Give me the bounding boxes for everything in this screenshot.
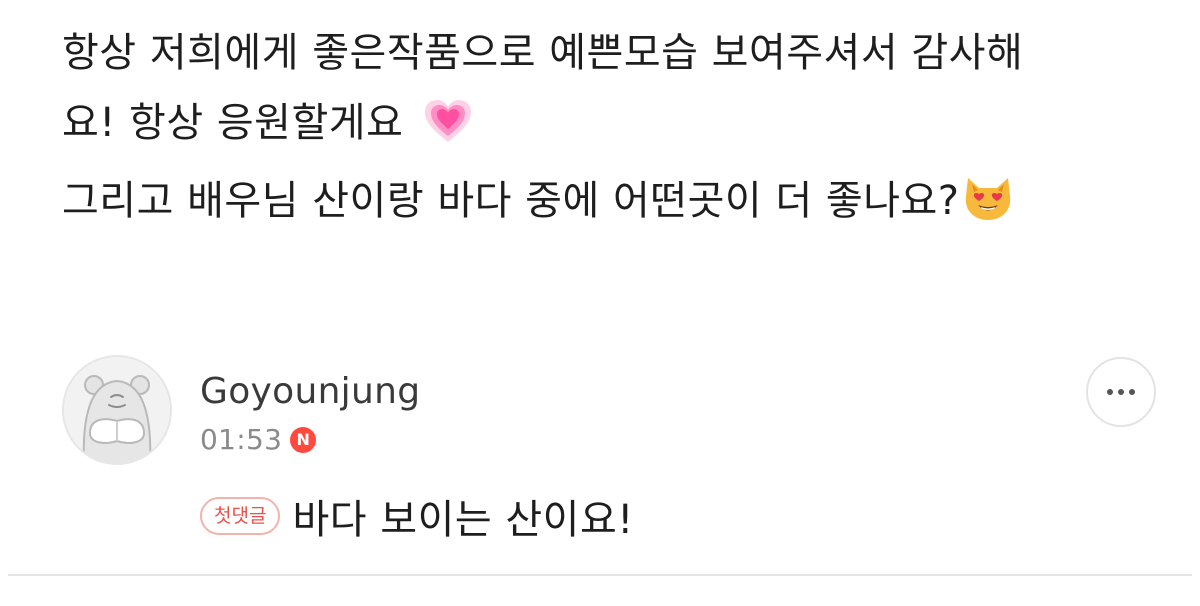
divider	[8, 574, 1192, 576]
new-badge: N	[290, 426, 317, 453]
comment-body: 첫댓글 바다 보이는 산이요!	[200, 487, 634, 545]
comment-item: Goyounjung 01:53 N 첫댓글 바다 보이는 산이요!	[62, 355, 1162, 555]
comment-text: 바다 보이는 산이요!	[292, 497, 634, 543]
comment-meta: 01:53 N	[200, 423, 317, 456]
post-text-line-2: 요! 항상 응원할게요	[62, 88, 1162, 166]
post-text-line-2-text: 요! 항상 응원할게요	[62, 100, 404, 146]
first-comment-badge: 첫댓글	[200, 497, 281, 535]
hamster-avatar-icon[interactable]	[62, 355, 172, 465]
post-text-line-1: 항상 저희에게 좋은작품으로 예쁜모습 보여주셔서 감사해	[62, 30, 1024, 76]
comment-author[interactable]: Goyounjung	[200, 371, 420, 412]
post-text-line-3: 그리고 배우님 산이랑 바다 중에 어떤곳이 더 좋나요?	[62, 166, 1162, 244]
more-dots-icon	[1107, 389, 1135, 395]
growing-heart-icon	[423, 96, 473, 166]
post-text-line-3-text: 그리고 배우님 산이랑 바다 중에 어떤곳이 더 좋나요?	[62, 178, 960, 224]
heart-eyes-cat-icon	[962, 174, 1014, 244]
comment-time: 01:53	[200, 423, 283, 456]
post-content: 항상 저희에게 좋은작품으로 예쁜모습 보여주셔서 감사해 요! 항상 응원할게…	[62, 18, 1162, 244]
more-options-button[interactable]	[1086, 357, 1156, 427]
